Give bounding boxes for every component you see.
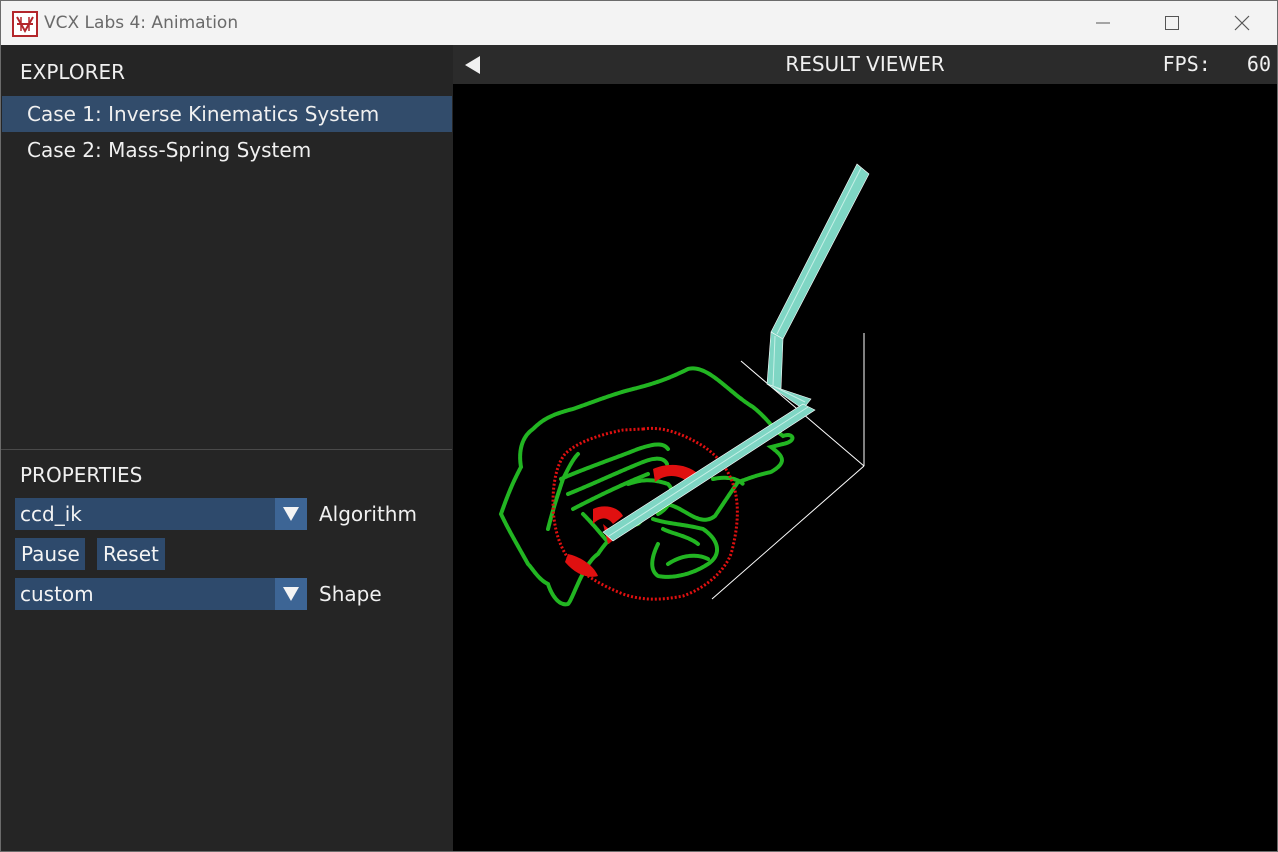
app-window: VCX Labs 4: Animation EXPLORER Case 1: I…	[0, 0, 1278, 852]
coordinate-axes	[711, 333, 865, 600]
maximize-icon	[1165, 16, 1179, 30]
triangle-down-icon	[283, 587, 299, 601]
maximize-button[interactable]	[1138, 1, 1206, 45]
algorithm-value: ccd_ik	[20, 502, 82, 526]
left-panel: EXPLORER Case 1: Inverse Kinematics Syst…	[1, 45, 452, 851]
fps-value: 60	[1246, 52, 1271, 76]
minimize-button[interactable]	[1069, 1, 1137, 45]
triangle-down-icon	[283, 507, 299, 521]
algorithm-dropdown-button[interactable]	[275, 498, 307, 530]
fps-label: FPS:	[1162, 52, 1211, 76]
title-bar[interactable]: VCX Labs 4: Animation	[1, 1, 1277, 45]
shape-dropdown-button[interactable]	[275, 578, 307, 610]
viewer-header: RESULT VIEWER FPS: 60	[453, 45, 1277, 84]
close-button[interactable]	[1208, 1, 1276, 45]
algorithm-select[interactable]: ccd_ik	[15, 498, 307, 530]
minimize-icon	[1096, 22, 1110, 24]
target-shape-outline	[498, 366, 795, 607]
explorer-item-case-2[interactable]: Case 2: Mass-Spring System	[2, 132, 452, 168]
fps-counter: FPS: 60	[1163, 45, 1271, 84]
properties-header: PROPERTIES	[20, 463, 143, 487]
shape-label: Shape	[319, 582, 382, 606]
result-viewport[interactable]	[453, 84, 1277, 851]
algorithm-label: Algorithm	[319, 502, 417, 526]
shape-select[interactable]: custom	[15, 578, 307, 610]
pause-button[interactable]: Pause	[15, 538, 85, 570]
scene-canvas[interactable]	[453, 84, 1277, 851]
close-icon	[1234, 15, 1250, 31]
viewer-title: RESULT VIEWER	[785, 52, 945, 76]
explorer-item-case-1[interactable]: Case 1: Inverse Kinematics System	[2, 96, 452, 132]
reset-button[interactable]: Reset	[97, 538, 165, 570]
explorer-header: EXPLORER	[20, 60, 125, 84]
window-title: VCX Labs 4: Animation	[44, 13, 239, 33]
panel-divider[interactable]	[1, 449, 452, 450]
vcx-logo-icon	[12, 11, 38, 37]
shape-value: custom	[20, 582, 94, 606]
